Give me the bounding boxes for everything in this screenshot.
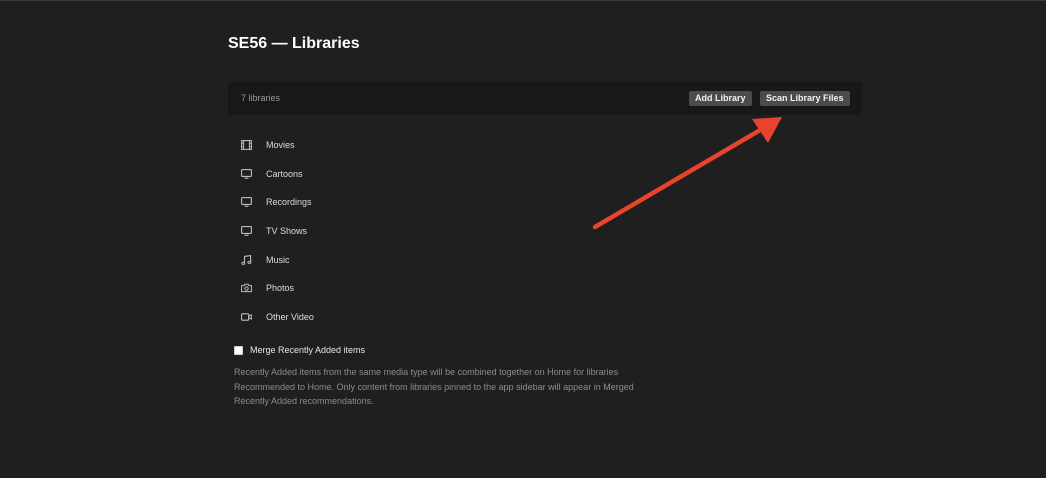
camera-icon — [240, 282, 252, 294]
merge-recently-added-option[interactable]: Merge Recently Added items — [234, 345, 365, 355]
library-count: 7 libraries — [241, 93, 281, 103]
library-item-label: Movies — [266, 140, 295, 151]
merge-recently-added-label: Merge Recently Added items — [250, 345, 366, 355]
library-item-label: Music — [266, 254, 290, 265]
library-item-movies[interactable]: Movies — [240, 131, 314, 160]
library-item-recordings[interactable]: Recordings — [240, 188, 314, 217]
library-item-photos[interactable]: Photos — [240, 274, 314, 303]
library-item-label: Photos — [266, 283, 295, 294]
monitor-icon — [240, 196, 252, 208]
library-item-tv-shows[interactable]: TV Shows — [240, 217, 314, 246]
merge-recently-added-checkbox[interactable] — [234, 345, 243, 355]
music-note-icon — [240, 254, 252, 266]
library-item-label: Other Video — [266, 311, 314, 322]
libraries-page: SE56 — Libraries 7 libraries Add Library… — [0, 0, 1046, 478]
library-item-other-video[interactable]: Other Video — [240, 303, 314, 332]
library-item-music[interactable]: Music — [240, 245, 314, 274]
library-item-label: Cartoons — [266, 168, 303, 179]
film-icon — [240, 139, 252, 151]
library-list: Movies Cartoons Recordings TV Shows Musi… — [240, 131, 314, 331]
library-item-label: TV Shows — [266, 226, 308, 237]
library-item-cartoons[interactable]: Cartoons — [240, 160, 314, 189]
libraries-toolbar: 7 libraries Add Library Scan Library Fil… — [228, 82, 862, 115]
video-camera-icon — [240, 311, 252, 323]
page-title: SE56 — Libraries — [228, 35, 360, 52]
add-library-button[interactable]: Add Library — [689, 91, 752, 106]
scan-library-files-button[interactable]: Scan Library Files — [760, 91, 850, 106]
library-item-label: Recordings — [266, 197, 312, 208]
monitor-icon — [240, 168, 252, 180]
monitor-icon — [240, 225, 252, 237]
merge-description: Recently Added items from the same media… — [234, 367, 634, 406]
